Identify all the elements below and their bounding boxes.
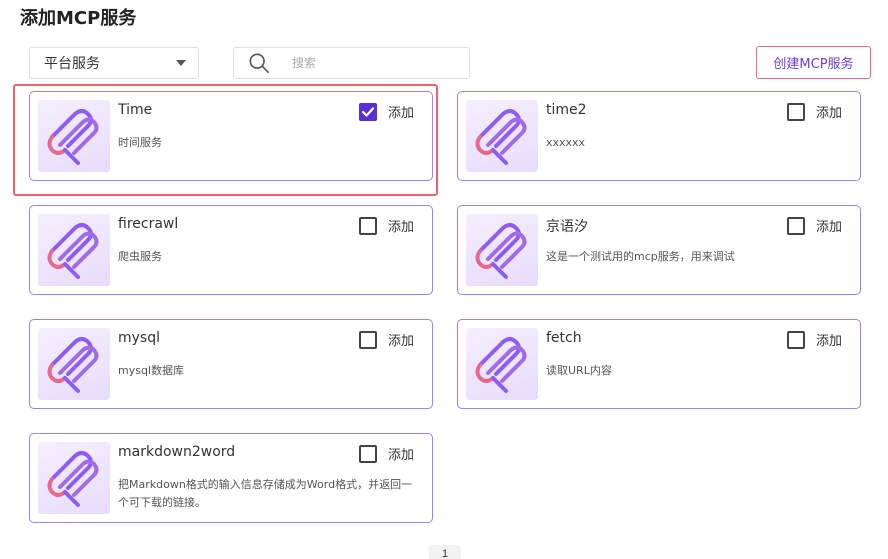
service-name: time2: [546, 102, 587, 118]
create-mcp-service-button[interactable]: 创建MCP服务: [756, 46, 871, 79]
service-name: fetch: [546, 330, 582, 346]
mcp-logo-icon: [38, 328, 110, 400]
selection-highlight: [13, 84, 438, 196]
search-icon: [249, 53, 269, 73]
mcp-logo-icon: [466, 328, 538, 400]
add-mcp-service-page: 添加MCP服务 平台服务 创建MCP服务 Time 时间服务: [0, 0, 888, 559]
service-name: 京语汐: [546, 219, 588, 235]
service-description: 爬虫服务: [118, 250, 162, 263]
mcp-logo-icon: [38, 442, 110, 514]
page-number: 1: [441, 548, 449, 559]
caret-down-icon: [176, 60, 186, 66]
add-checkbox-fetch[interactable]: [787, 331, 805, 349]
add-checkbox-jingyuxi[interactable]: [787, 217, 805, 235]
service-card-fetch: fetch 读取URL内容 添加: [457, 319, 861, 409]
service-card-markdown2word: markdown2word 把Markdown格式的输入信息存储成为Word格式…: [29, 433, 433, 523]
service-card-time2: time2 xxxxxx 添加: [457, 91, 861, 181]
service-card-firecrawl: firecrawl 爬虫服务 添加: [29, 205, 433, 295]
service-type-select[interactable]: 平台服务: [29, 47, 199, 79]
add-checkbox-time2[interactable]: [787, 103, 805, 121]
add-label: 添加: [816, 220, 843, 235]
search-input[interactable]: [292, 56, 452, 70]
page-title: 添加MCP服务: [20, 8, 137, 29]
service-name: markdown2word: [118, 444, 236, 460]
service-description: mysql数据库: [118, 364, 184, 377]
service-name: mysql: [118, 330, 160, 346]
service-description: 这是一个测试用的mcp服务，用来调试: [546, 250, 735, 263]
service-description: 把Markdown格式的输入信息存储成为Word格式，并返回一个可下载的链接。: [118, 478, 413, 509]
add-label: 添加: [388, 334, 415, 349]
mcp-logo-icon: [466, 100, 538, 172]
service-type-select-value: 平台服务: [44, 56, 100, 72]
service-card-jingyuxi: 京语汐 这是一个测试用的mcp服务，用来调试 添加: [457, 205, 861, 295]
add-label: 添加: [388, 220, 415, 235]
add-checkbox-markdown2word[interactable]: [359, 445, 377, 463]
service-name: firecrawl: [118, 216, 179, 232]
service-card-mysql: mysql mysql数据库 添加: [29, 319, 433, 409]
add-checkbox-firecrawl[interactable]: [359, 217, 377, 235]
service-description: 读取URL内容: [546, 364, 612, 377]
pagination-current-page[interactable]: 1: [429, 545, 461, 559]
mcp-logo-icon: [466, 214, 538, 286]
service-description: xxxxxx: [546, 136, 586, 149]
add-checkbox-mysql[interactable]: [359, 331, 377, 349]
mcp-logo-icon: [38, 214, 110, 286]
add-label: 添加: [816, 334, 843, 349]
add-label: 添加: [816, 106, 843, 121]
add-label: 添加: [388, 448, 415, 463]
search-box[interactable]: [233, 47, 470, 79]
